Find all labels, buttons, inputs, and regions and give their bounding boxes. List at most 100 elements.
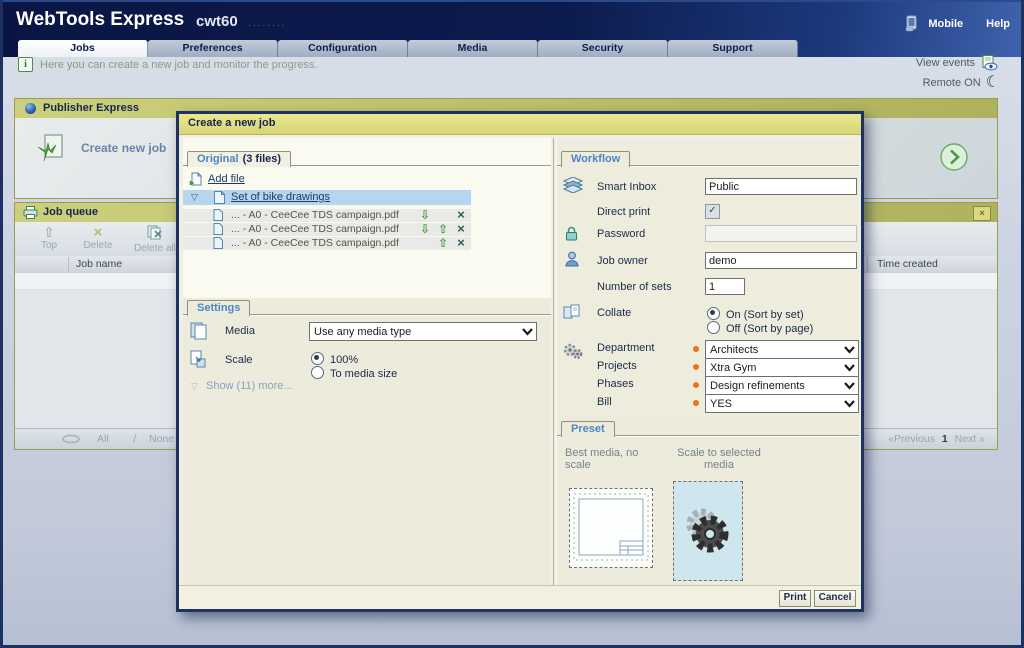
expand-panel-button[interactable]: [939, 142, 969, 172]
next-page-link[interactable]: Next »: [955, 433, 985, 445]
projects-select[interactable]: Xtra Gym: [705, 358, 859, 377]
phases-label: Phases: [597, 378, 634, 390]
chevron-down-icon: [842, 343, 857, 356]
file-row: ... - A0 - CeeCee TDS campaign.pdf ⇩ ×: [183, 209, 471, 222]
publisher-express-title: Publisher Express: [43, 102, 139, 114]
file-set-row[interactable]: ▽ Set of bike drawings: [183, 190, 471, 205]
smart-inbox-icon: [563, 177, 583, 193]
delete-x-icon: ×: [75, 225, 121, 240]
gear-image: [674, 482, 742, 580]
collapse-set-icon[interactable]: ▽: [191, 192, 198, 203]
close-panel-button[interactable]: ×: [973, 206, 991, 221]
required-marker: [693, 400, 699, 406]
move-down-button[interactable]: ⇩: [417, 208, 433, 222]
top-arrow-icon: ⇧: [29, 225, 69, 240]
show-more-link[interactable]: ▽ Show (11) more...: [191, 380, 293, 392]
info-message: Here you can create a new job and monito…: [40, 59, 318, 71]
lock-icon: [565, 226, 578, 241]
print-button[interactable]: Print: [779, 590, 811, 607]
move-down-button[interactable]: ⇩: [417, 222, 433, 236]
projects-label: Projects: [597, 360, 637, 372]
workflow-tab: Workflow: [561, 151, 630, 167]
preset-tab: Preset: [561, 421, 615, 437]
remote-status[interactable]: Remote ON ☾: [923, 76, 1000, 90]
remove-file-button[interactable]: ×: [453, 222, 469, 236]
view-events-label: View events: [916, 57, 975, 69]
smart-inbox-label: Smart Inbox: [597, 181, 656, 193]
department-label: Department: [597, 342, 654, 354]
set-name-link[interactable]: Set of bike drawings: [231, 191, 330, 203]
previous-page-link[interactable]: «Previous: [888, 433, 935, 445]
preset-scale-label: Scale to selected media: [673, 447, 765, 471]
file-name: ... - A0 - CeeCee TDS campaign.pdf: [231, 237, 399, 249]
smart-inbox-input[interactable]: [705, 178, 857, 195]
preset-best-media-label: Best media, no scale: [565, 447, 661, 471]
mobile-link[interactable]: Mobile: [928, 18, 963, 30]
remote-moon-icon: ☾: [986, 76, 1000, 90]
view-events-button[interactable]: View events: [916, 55, 998, 71]
job-owner-icon: [565, 251, 579, 267]
department-select[interactable]: Architects: [705, 340, 859, 359]
collate-off-radio[interactable]: [707, 321, 720, 334]
help-link[interactable]: Help: [986, 18, 1010, 30]
number-of-sets-input[interactable]: [705, 278, 745, 295]
settings-section: [183, 298, 551, 585]
bill-select[interactable]: YES: [705, 394, 859, 413]
remove-file-button[interactable]: ×: [453, 236, 469, 250]
title-dots: ........: [248, 18, 286, 29]
tab-preferences[interactable]: Preferences: [148, 40, 278, 57]
job-owner-input[interactable]: [705, 252, 857, 269]
required-marker: [693, 382, 699, 388]
tab-security[interactable]: Security: [538, 40, 668, 57]
file-document-icon: [213, 223, 223, 235]
dialog-title-bar: Create a new job: [179, 114, 861, 135]
app-title: WebTools Express: [16, 9, 184, 31]
create-new-job-button[interactable]: Create new job: [35, 132, 166, 164]
collate-off-option[interactable]: Off (Sort by page): [707, 319, 813, 337]
accounting-icon: [562, 342, 584, 360]
scale-to-media-radio[interactable]: [311, 366, 324, 379]
delete-button[interactable]: × Delete: [75, 225, 121, 251]
scale-to-media-option[interactable]: To media size: [311, 364, 397, 382]
collate-label: Collate: [597, 307, 631, 319]
phases-select[interactable]: Design refinements: [705, 376, 859, 395]
preset-scale-thumbnail[interactable]: [673, 481, 743, 581]
settings-tab: Settings: [187, 300, 250, 316]
tab-media[interactable]: Media: [408, 40, 538, 57]
file-document-icon: [213, 237, 223, 249]
tab-support[interactable]: Support: [668, 40, 798, 57]
direct-print-label: Direct print: [597, 206, 650, 218]
add-file-link[interactable]: Add file: [189, 172, 245, 186]
media-icon: [189, 322, 209, 340]
column-time-created[interactable]: Time created: [877, 258, 938, 270]
remove-file-button[interactable]: ×: [453, 208, 469, 222]
password-input: [705, 225, 857, 242]
bill-label: Bill: [597, 396, 612, 408]
select-all-icon: [61, 434, 81, 444]
select-none-icon: /: [133, 431, 137, 446]
delete-all-button[interactable]: Delete all: [127, 225, 183, 254]
top-button[interactable]: ⇧ Top: [29, 225, 69, 251]
column-job-name[interactable]: Job name: [76, 258, 122, 270]
create-new-job-dialog: Create a new job Original(3 files) Add f…: [176, 111, 864, 612]
media-select[interactable]: Use any media type: [309, 322, 537, 341]
tab-configuration[interactable]: Configuration: [278, 40, 408, 57]
set-document-icon: [213, 191, 225, 204]
remote-label: Remote ON: [923, 77, 981, 89]
tab-jobs[interactable]: Jobs: [18, 40, 148, 57]
file-row: ... - A0 - CeeCee TDS campaign.pdf ⇩ ⇧ ×: [183, 223, 471, 236]
file-name: ... - A0 - CeeCee TDS campaign.pdf: [231, 223, 399, 235]
scale-icon: [189, 350, 207, 368]
cancel-button[interactable]: Cancel: [814, 590, 856, 607]
select-none-link[interactable]: None: [149, 433, 174, 445]
preset-best-media-thumbnail[interactable]: [569, 488, 653, 568]
move-up-button[interactable]: ⇧: [435, 222, 451, 236]
scale-label: Scale: [225, 354, 253, 366]
move-up-button[interactable]: ⇧: [435, 236, 451, 250]
direct-print-checkbox[interactable]: ✓: [705, 204, 720, 219]
number-of-sets-label: Number of sets: [597, 281, 672, 293]
new-job-icon: [35, 132, 67, 164]
select-all-link[interactable]: All: [97, 433, 109, 445]
original-tab: Original(3 files): [187, 151, 291, 167]
mobile-icon: [905, 15, 919, 32]
